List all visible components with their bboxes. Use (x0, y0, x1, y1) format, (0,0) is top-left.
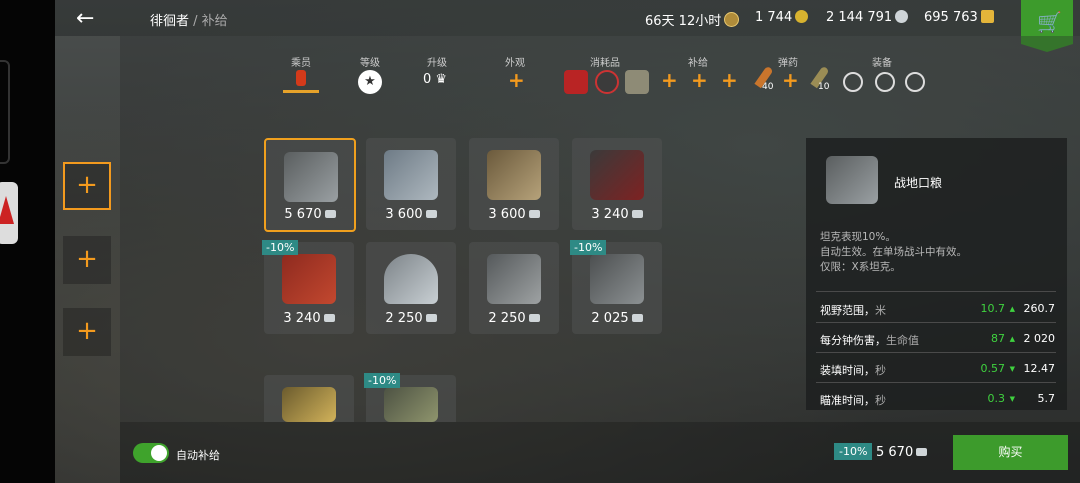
box-icon (384, 387, 438, 422)
buy-button[interactable]: 购买 (953, 435, 1068, 470)
discount-badge: -10% (570, 240, 607, 255)
provision-slot-2[interactable]: + (63, 236, 111, 284)
premium-time[interactable]: 66天 12小时 (645, 10, 740, 29)
silver-icon (324, 210, 336, 218)
silver-icon (425, 314, 437, 322)
tier-badge-icon[interactable]: ★ (358, 70, 382, 94)
arrow-left-icon[interactable]: ← (76, 6, 94, 31)
provision-card-red-crate[interactable]: -10% 3 240 (262, 240, 354, 334)
silver-icon (895, 10, 909, 23)
stat-row: 视野范围，米 10.7 ▲ 260.7 (820, 302, 1055, 317)
provision-card-shell[interactable] (264, 375, 354, 422)
first-aid-icon[interactable] (595, 70, 619, 94)
breadcrumb-vehicle[interactable]: 徘徊者 (150, 14, 189, 29)
tank-model-icon (487, 254, 541, 304)
device-frame (0, 60, 10, 164)
provision-card-box[interactable]: -10% (364, 373, 456, 422)
add-provision-plus-icon[interactable]: + (661, 68, 678, 92)
star-xp-icon (980, 10, 994, 23)
stat-row: 瞄准时间，秒 0.3 ▼ 5.7 (820, 392, 1055, 407)
add-provision-plus-icon[interactable]: + (721, 68, 738, 92)
add-appearance-plus-icon[interactable]: + (508, 68, 525, 92)
tab-crew[interactable]: 乘员 (271, 54, 331, 69)
repair-kit-icon[interactable] (564, 70, 588, 94)
item-name: 战地口粮 (894, 176, 943, 190)
tank-model-icon (487, 150, 541, 200)
add-shell-plus-icon[interactable]: + (782, 68, 799, 92)
tab-appearance[interactable]: 外观 (485, 54, 545, 69)
provision-card-ammo-crate[interactable]: 3 240 (572, 138, 662, 230)
provision-card-supply-box[interactable]: -10% 2 025 (570, 240, 662, 334)
tab-provisions[interactable]: 补给 (668, 54, 728, 69)
silver-icon (425, 210, 437, 218)
premium-icon (724, 12, 740, 27)
breadcrumb: 徘徊者 / 补给 (150, 14, 228, 29)
app-icon-sidebar (0, 182, 18, 244)
provision-card-oil-can[interactable]: 2 250 (366, 242, 456, 334)
field-rations-icon (826, 156, 878, 204)
silver-icon (528, 210, 540, 218)
tab-consumables[interactable]: 消耗品 (575, 54, 635, 69)
provision-slot-1[interactable]: + (63, 162, 111, 210)
silver-balance[interactable]: 2 144 791 (826, 10, 909, 25)
provision-card-grey-tank[interactable]: 2 250 (469, 242, 559, 334)
breadcrumb-current: 补给 (201, 14, 228, 29)
gold-balance[interactable]: 1 744 (755, 10, 809, 25)
silver-icon (528, 314, 540, 322)
item-detail-panel: 战地口粮 坦克表现10%。 自动生效。在单场战斗中有效。 仅限：X系坦克。 视野… (806, 138, 1067, 410)
stat-row: 装填时间，秒 0.57 ▼ 12.47 (820, 362, 1055, 377)
tab-equipment[interactable]: 装备 (852, 54, 912, 69)
tab-upgrade[interactable]: 升级 (407, 54, 467, 69)
upgrade-level[interactable]: 0 ♛ (423, 72, 447, 87)
ammo-crate-icon (590, 150, 644, 200)
red-crate-icon (282, 254, 336, 304)
equipment-slot-icon[interactable] (905, 72, 925, 92)
tab-tier[interactable]: 等级 (340, 54, 400, 69)
silver-icon (631, 314, 643, 322)
shopping-cart-icon: 🛒 (1037, 10, 1062, 34)
auto-resupply-label: 自动补给 (176, 449, 220, 462)
free-xp-balance[interactable]: 695 763 (924, 10, 994, 25)
silver-icon (631, 210, 643, 218)
crew-icon[interactable] (283, 70, 319, 96)
shell-icon (282, 387, 336, 422)
add-provision-plus-icon[interactable]: + (691, 68, 708, 92)
provision-card-tank-upgrade[interactable]: 3 600 (469, 138, 559, 230)
field-rations-icon (284, 152, 338, 202)
provision-slot-3[interactable]: + (63, 308, 111, 356)
total-price: 5 670 (876, 445, 928, 460)
oil-can-icon (384, 254, 438, 304)
discount-badge: -10% (364, 373, 401, 388)
device-edge (0, 0, 55, 483)
fuel-canister-icon (384, 150, 438, 200)
total-discount-badge: -10% (834, 443, 873, 460)
silver-icon (916, 448, 928, 456)
auto-resupply-toggle[interactable] (133, 443, 169, 463)
shell-he-icon[interactable]: 10 (806, 65, 832, 94)
supply-box-icon (590, 254, 644, 304)
shell-ap-icon[interactable]: 40 (750, 65, 776, 94)
adrenaline-icon[interactable] (625, 70, 649, 94)
stat-row: 每分钟伤害，生命值 87 ▲ 2 020 (820, 332, 1055, 347)
equipment-slot-icon[interactable] (843, 72, 863, 92)
footer-bar (120, 422, 1080, 483)
provision-card-field-rations[interactable]: 5 670 (264, 138, 356, 232)
provision-card-fuel-canister[interactable]: 3 600 (366, 138, 456, 230)
equipment-slot-icon[interactable] (875, 72, 895, 92)
item-description: 坦克表现10%。 自动生效。在单场战斗中有效。 仅限：X系坦克。 (820, 231, 967, 273)
gold-icon (795, 10, 809, 23)
discount-badge: -10% (262, 240, 299, 255)
silver-icon (323, 314, 335, 322)
